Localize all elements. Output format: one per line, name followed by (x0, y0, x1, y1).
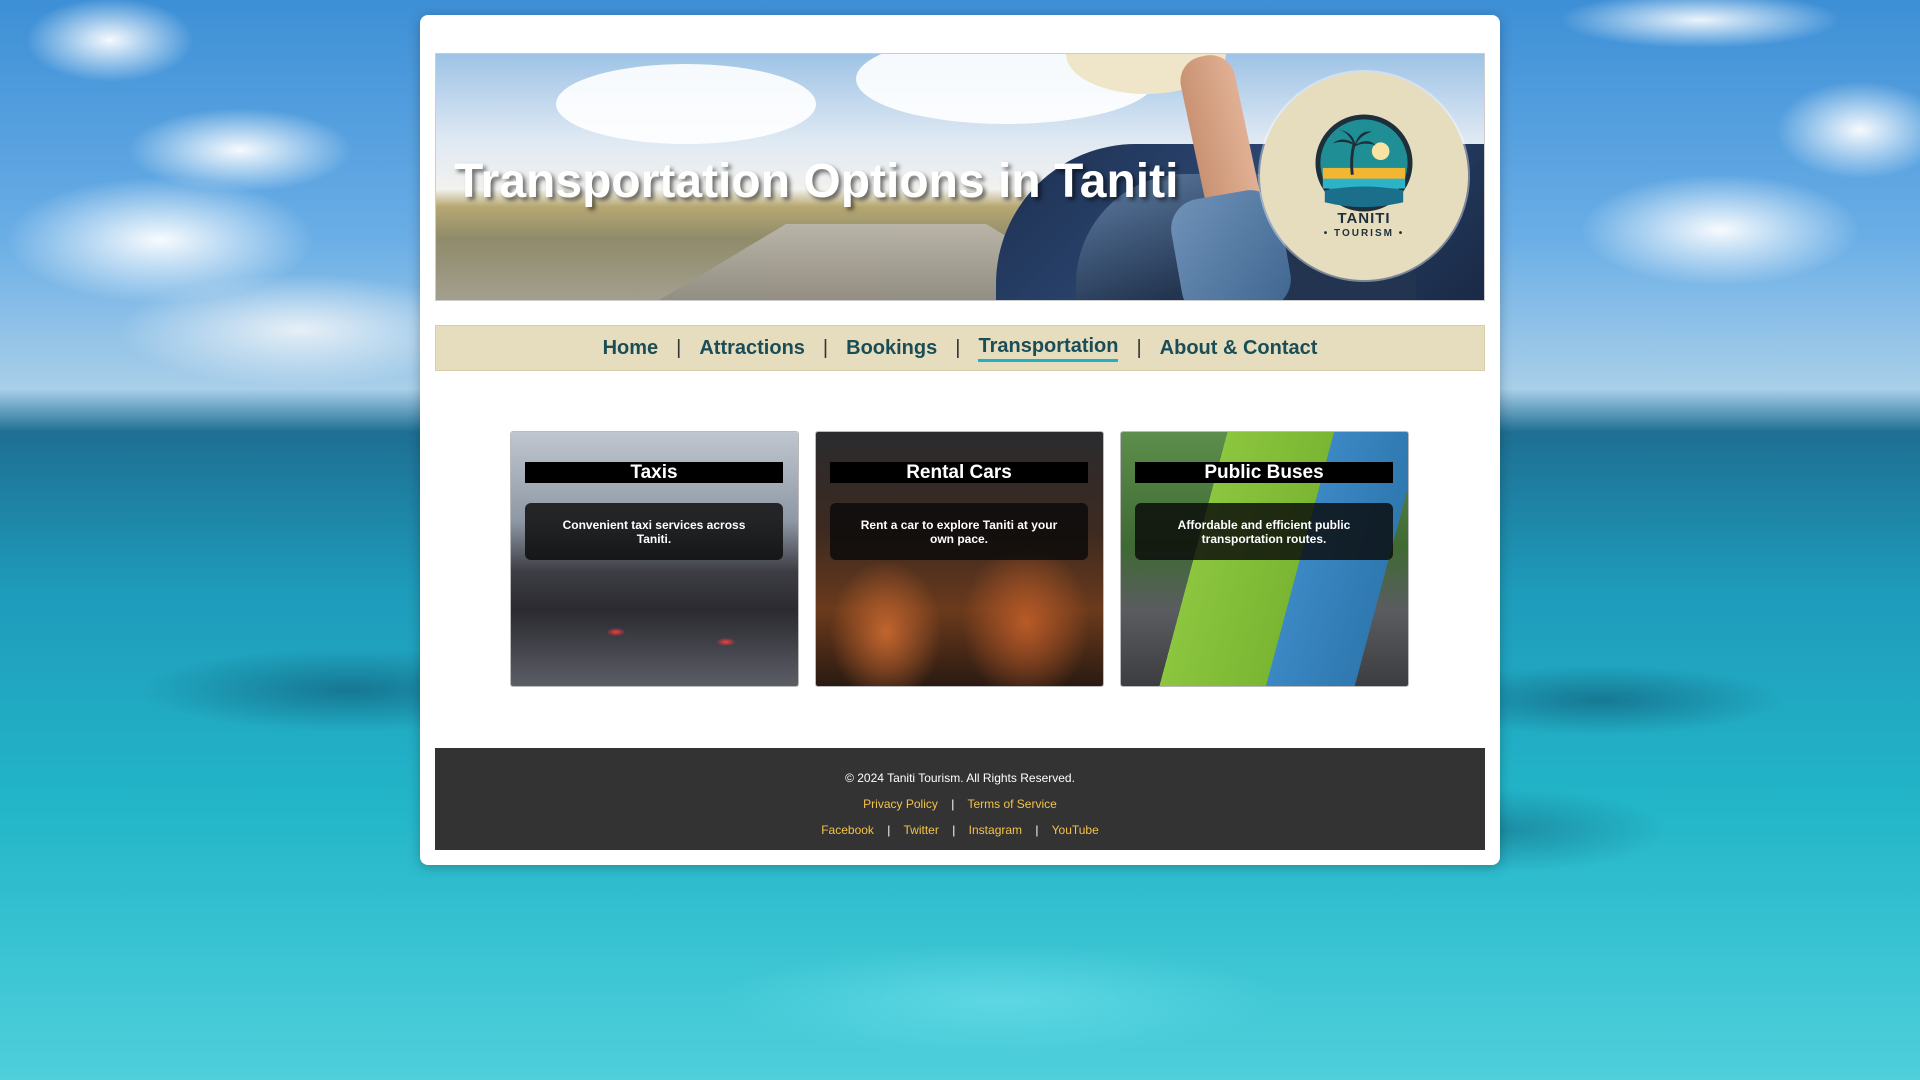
terms-of-service-link[interactable]: Terms of Service (967, 797, 1056, 811)
nav-attractions[interactable]: Attractions (699, 337, 805, 360)
nav-about-contact[interactable]: About & Contact (1160, 337, 1318, 360)
card-rental-cars[interactable]: Rental Cars Rent a car to explore Taniti… (815, 431, 1104, 687)
taniti-tourism-logo[interactable]: TANITI • TOURISM • (1260, 72, 1468, 280)
nav-separator: | (676, 336, 682, 359)
facebook-link[interactable]: Facebook (821, 823, 874, 837)
footer-separator: | (952, 823, 956, 837)
card-description: Convenient taxi services across Taniti. (525, 503, 783, 560)
logo-name: TANITI (1337, 210, 1391, 227)
youtube-link[interactable]: YouTube (1052, 823, 1099, 837)
card-title: Public Buses (1135, 462, 1393, 483)
main-nav: Home | Attractions | Bookings | Transpor… (435, 325, 1485, 371)
nav-separator: | (1136, 336, 1142, 359)
nav-transportation[interactable]: Transportation (978, 335, 1119, 362)
instagram-link[interactable]: Instagram (969, 823, 1022, 837)
card-description: Rent a car to explore Taniti at your own… (830, 503, 1088, 560)
twitter-link[interactable]: Twitter (904, 823, 939, 837)
card-title: Taxis (525, 462, 783, 483)
header-banner: Transportation Options in Taniti TANITI … (435, 53, 1485, 301)
card-title: Rental Cars (830, 462, 1088, 483)
cloud-shape (556, 64, 816, 144)
page-title: Transportation Options in Taniti (454, 155, 1179, 208)
card-description: Affordable and efficient public transpor… (1135, 503, 1393, 560)
legal-links: Privacy Policy | Terms of Service (435, 797, 1485, 811)
nav-bookings[interactable]: Bookings (846, 337, 937, 360)
nav-separator: | (955, 336, 961, 359)
copyright-text: © 2024 Taniti Tourism. All Rights Reserv… (845, 771, 1075, 785)
palm-island-logo-icon (1315, 114, 1413, 212)
nav-separator: | (822, 336, 829, 359)
transport-cards: Taxis Convenient taxi services across Ta… (510, 431, 1410, 687)
footer-separator: | (951, 797, 955, 811)
social-links: Facebook | Twitter | Instagram | YouTube (435, 823, 1485, 837)
site-footer: © 2024 Taniti Tourism. All Rights Reserv… (435, 748, 1485, 850)
footer-separator: | (1035, 823, 1039, 837)
logo-subtitle: • TOURISM • (1323, 228, 1405, 239)
nav-home[interactable]: Home (603, 337, 659, 360)
footer-separator: | (887, 823, 891, 837)
page-container: Transportation Options in Taniti TANITI … (420, 15, 1500, 865)
card-public-buses[interactable]: Public Buses Affordable and efficient pu… (1120, 431, 1409, 687)
card-taxis[interactable]: Taxis Convenient taxi services across Ta… (510, 431, 799, 687)
privacy-policy-link[interactable]: Privacy Policy (863, 797, 938, 811)
